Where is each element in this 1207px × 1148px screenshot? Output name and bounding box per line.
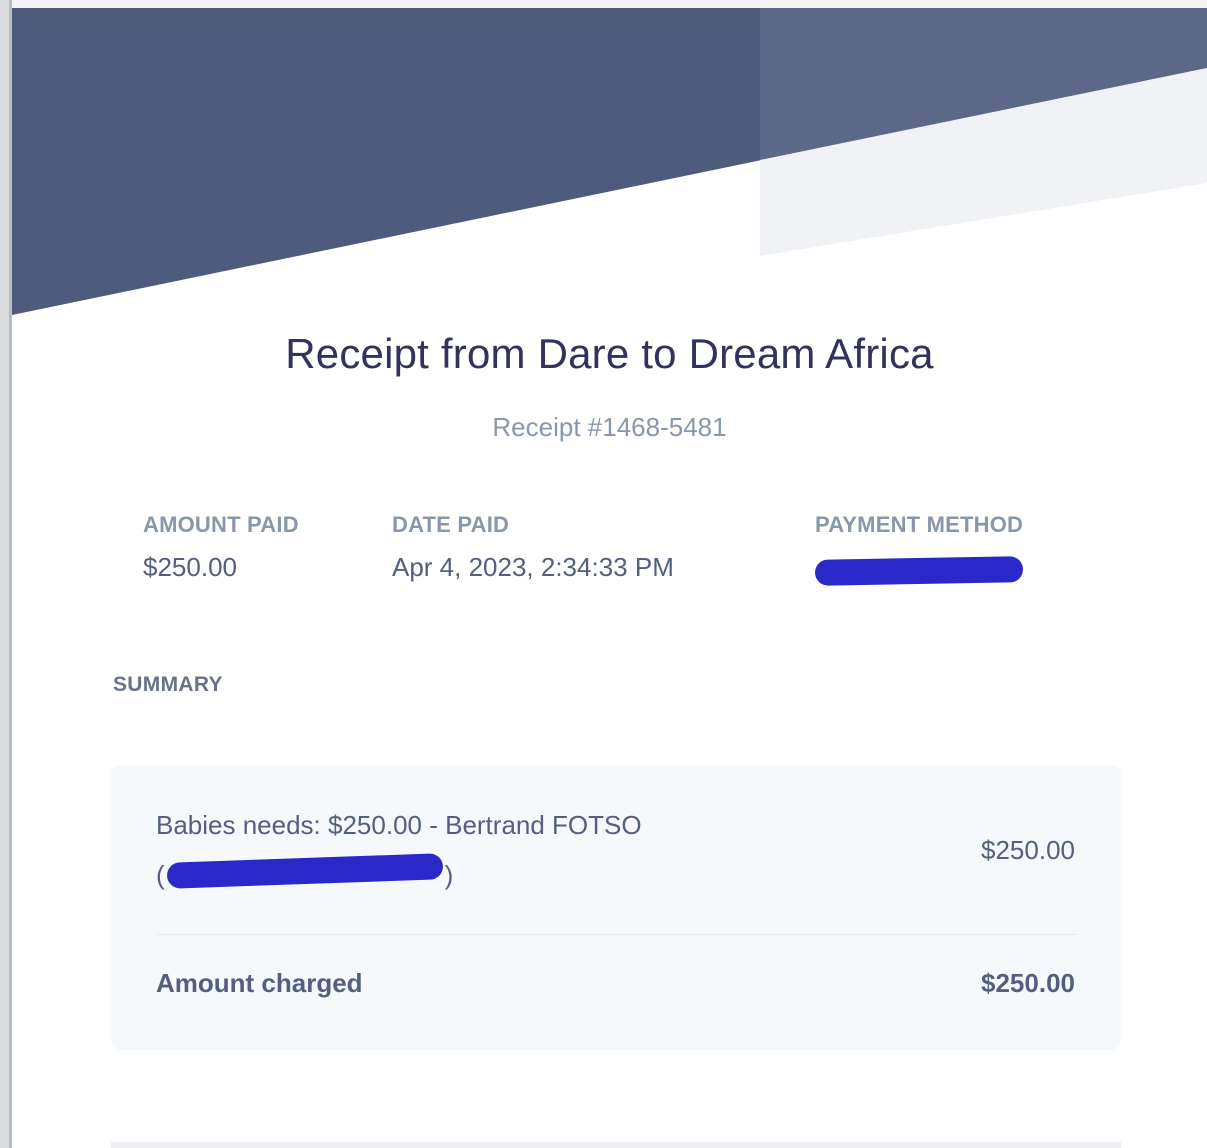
amount-charged-value: $250.00 (981, 968, 1075, 998)
summary-divider (156, 934, 1078, 935)
date-paid-value: Apr 4, 2023, 2:34:33 PM (392, 552, 674, 582)
bottom-divider (111, 1142, 1121, 1148)
amount-paid-block: AMOUNT PAID $250.00 (143, 512, 299, 583)
summary-card: Babies needs: $250.00 - Bertrand FOTSO (… (111, 765, 1121, 1050)
amount-paid-value: $250.00 (143, 552, 237, 582)
header-banner-graphic (12, 8, 1207, 315)
header-banner (12, 8, 1207, 328)
email-open-paren: ( (156, 860, 165, 890)
payment-method-block: PAYMENT METHOD (815, 512, 1023, 538)
payment-method-label: PAYMENT METHOD (815, 512, 1024, 537)
receipt-page: Receipt from Dare to Dream Africa Receip… (0, 0, 1207, 1148)
amount-charged-label: Amount charged (156, 968, 363, 998)
summary-heading: SUMMARY (113, 673, 223, 696)
receipt-title: Receipt from Dare to Dream Africa (285, 330, 934, 377)
amount-paid-label: AMOUNT PAID (143, 512, 299, 537)
line-item-price: $250.00 (981, 835, 1075, 865)
receipt-number: Receipt #1468-5481 (492, 412, 727, 442)
email-close-paren: ) (444, 860, 454, 890)
line-item-description: Babies needs: $250.00 - Bertrand FOTSO (156, 810, 642, 840)
payment-method-redaction (814, 556, 1024, 586)
date-paid-block: DATE PAID Apr 4, 2023, 2:34:33 PM (392, 512, 674, 583)
date-paid-label: DATE PAID (392, 512, 510, 537)
top-gap (12, 0, 1207, 8)
